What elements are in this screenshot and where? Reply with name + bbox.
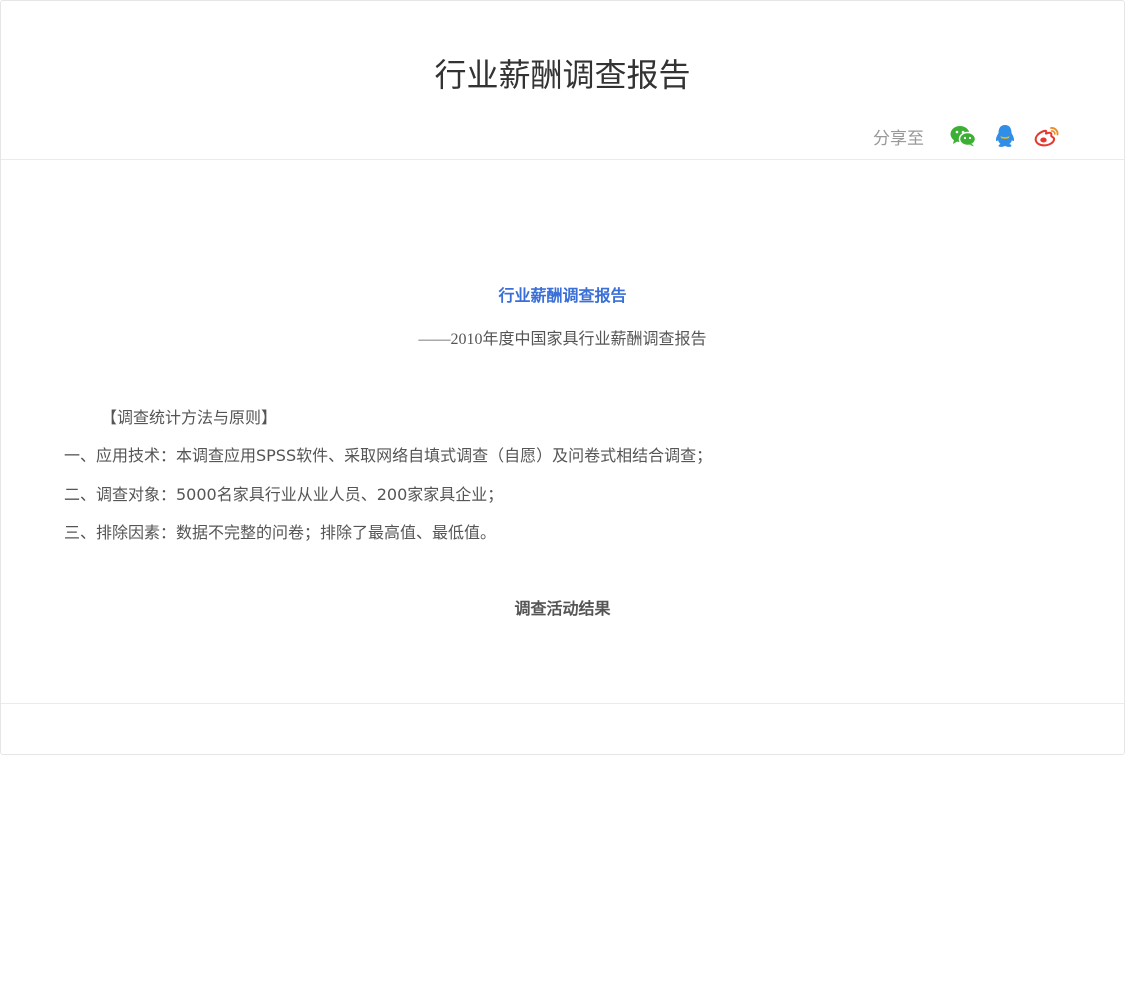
share-weibo-button[interactable] (1032, 121, 1062, 151)
article-card: 行业薪酬调查报告 分享至 行业薪酬调查报告 ——2010年度中国家具行业薪酬调查… (0, 0, 1125, 755)
share-wechat-button[interactable] (948, 121, 978, 151)
share-qq-button[interactable] (990, 121, 1020, 151)
share-label: 分享至 (873, 128, 924, 149)
share-bar: 分享至 (873, 121, 1062, 151)
paragraph-subjects: 二、调查对象：5000名家具行业从业人员、200家家具企业； (64, 485, 504, 504)
paragraph-technique: 一、应用技术：本调查应用SPSS软件、采取网络自填式调查（自愿）及问卷式相结合调… (64, 446, 713, 465)
wechat-icon (950, 126, 976, 147)
weibo-icon (1034, 127, 1059, 147)
page-title: 行业薪酬调查报告 (434, 56, 691, 94)
paragraph-exclusions: 三、排除因素：数据不完整的问卷；排除了最高值、最低值。 (64, 523, 497, 542)
qq-icon (996, 125, 1014, 147)
article-header: 行业薪酬调查报告 分享至 (1, 1, 1124, 160)
section-heading: 【调查统计方法与原则】 (101, 408, 278, 427)
article-body: 行业薪酬调查报告 ——2010年度中国家具行业薪酬调查报告 【调查统计方法与原则… (1, 160, 1124, 704)
article-subtitle: ——2010年度中国家具行业薪酬调查报告 (418, 331, 707, 348)
article-title: 行业薪酬调查报告 (498, 286, 627, 305)
result-heading: 调查活动结果 (514, 599, 611, 618)
